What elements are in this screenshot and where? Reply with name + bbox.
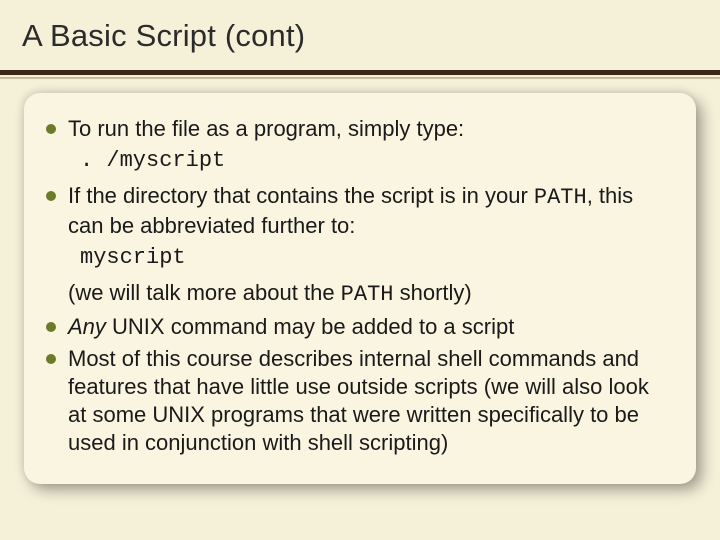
slide-title: A Basic Script (cont)	[22, 18, 698, 54]
bullet-text: If the directory that contains the scrip…	[68, 182, 672, 240]
code-line: . /myscript	[80, 147, 672, 176]
list-item: Most of this course describes internal s…	[46, 345, 672, 458]
bullet-text: To run the file as a program, simply typ…	[68, 115, 464, 143]
bullet-text: Most of this course describes internal s…	[68, 345, 672, 458]
bullet-icon	[46, 354, 56, 364]
note-text: (we will talk more about the PATH shortl…	[68, 279, 672, 309]
list-item: If the directory that contains the scrip…	[46, 182, 672, 240]
title-rule-light	[0, 77, 720, 79]
list-item: Any UNIX command may be added to a scrip…	[46, 313, 672, 341]
text-italic: Any	[68, 314, 106, 339]
text-fragment: shortly)	[393, 280, 471, 305]
bullet-text: Any UNIX command may be added to a scrip…	[68, 313, 514, 341]
code-line: myscript	[80, 244, 672, 273]
slide: A Basic Script (cont) To run the file as…	[0, 0, 720, 540]
title-rule-dark	[0, 70, 720, 75]
text-fragment: UNIX command may be added to a script	[106, 314, 514, 339]
bullet-icon	[46, 124, 56, 134]
inline-code-path: PATH	[341, 282, 394, 307]
title-block: A Basic Script (cont)	[0, 0, 720, 60]
text-fragment: (we will talk more about the	[68, 280, 341, 305]
list-item: To run the file as a program, simply typ…	[46, 115, 672, 143]
bullet-icon	[46, 322, 56, 332]
text-fragment: If the directory that contains the scrip…	[68, 183, 534, 208]
inline-code-path: PATH	[534, 185, 587, 210]
content-panel: To run the file as a program, simply typ…	[24, 93, 696, 484]
bullet-icon	[46, 191, 56, 201]
